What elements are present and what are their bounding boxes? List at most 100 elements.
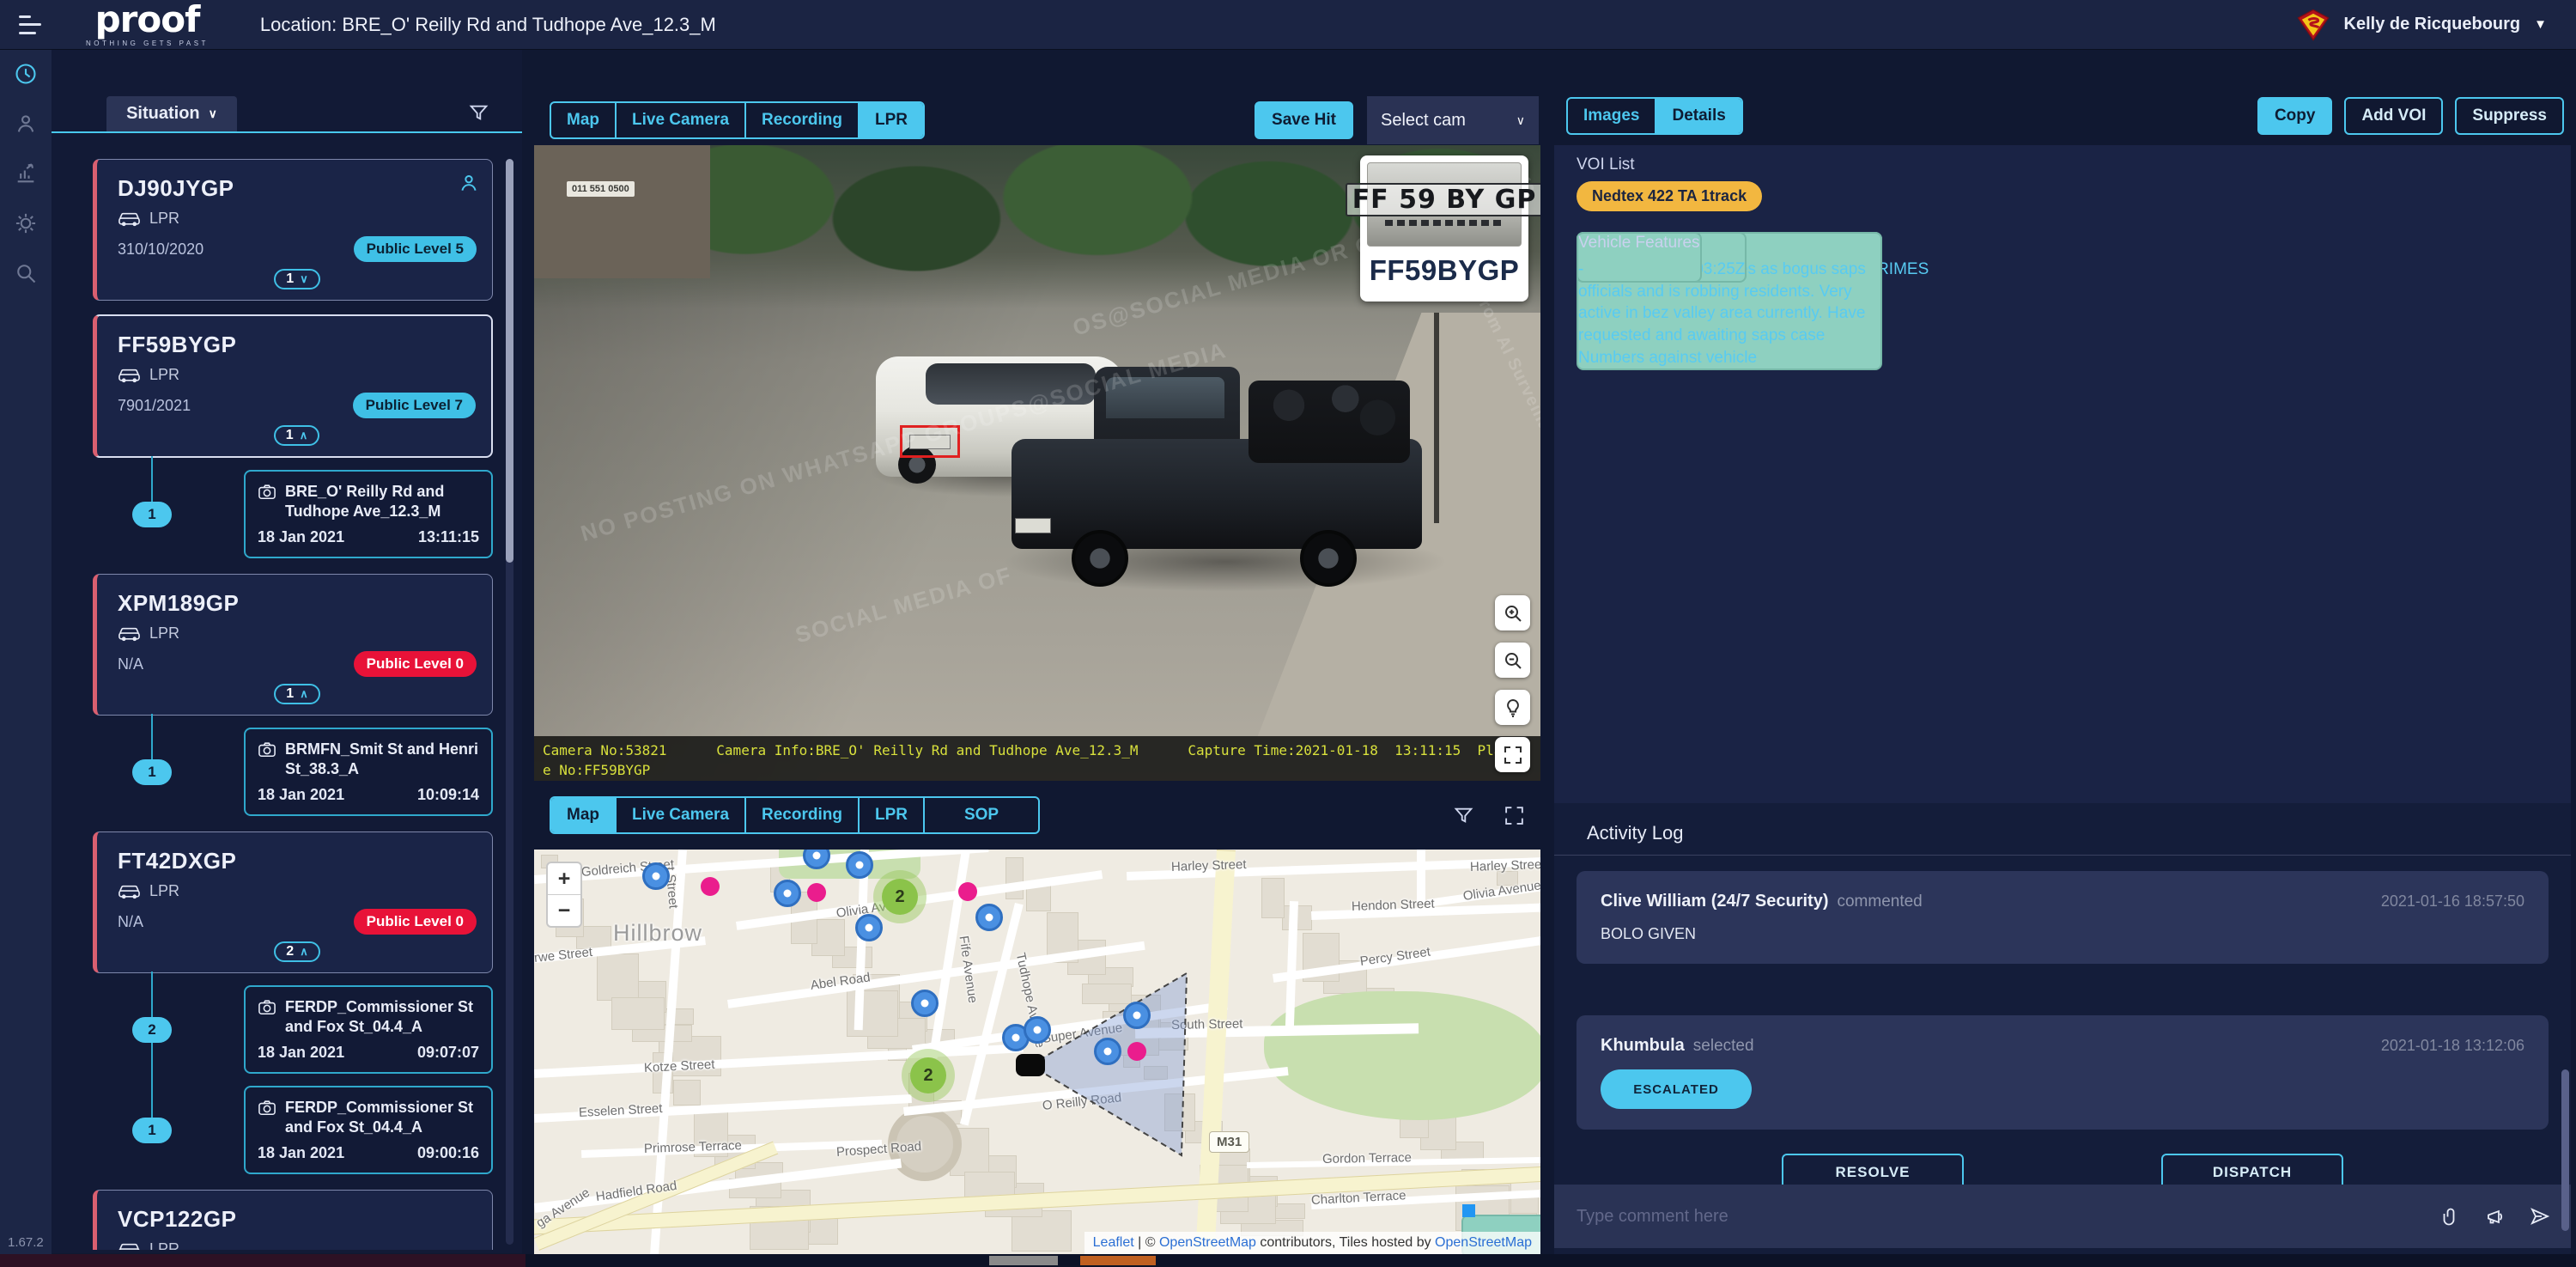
rail-user-icon[interactable] <box>0 99 52 149</box>
details-tab-images[interactable]: Images <box>1568 99 1657 133</box>
fullscreen-button[interactable] <box>1495 737 1530 772</box>
rail-history-clock-icon[interactable] <box>0 49 52 99</box>
plate-number: DJ90JYGP <box>118 175 234 201</box>
details-tabgroup: Images Details <box>1566 97 1743 135</box>
leaflet-map[interactable]: M31 Goldreich Street Hillbrow rwe Street Ko… <box>534 850 1540 1254</box>
cluster-marker[interactable]: 2 <box>902 1049 955 1102</box>
lpr-camera-view: 011 551 0500 NO POSTING ON WHATSAPP GROU… <box>534 145 1540 781</box>
app-root: proof NOTHING GETS PAST Location: BRE_O'… <box>0 0 2576 1267</box>
hit-count-toggle[interactable]: 1 ∧ <box>273 425 320 446</box>
add-voi-button[interactable]: Add VOI <box>2344 97 2444 135</box>
scrollbar-thumb[interactable] <box>2561 1069 2569 1231</box>
map-tab-lpr[interactable]: LPR <box>860 798 925 832</box>
camera-marker[interactable] <box>642 862 670 890</box>
rail-search-icon[interactable] <box>0 248 52 298</box>
suppress-button[interactable]: Suppress <box>2455 97 2564 135</box>
camera-icon <box>258 484 276 501</box>
camera-marker[interactable] <box>846 851 873 879</box>
hit-number-badge: 1 <box>132 1117 172 1143</box>
version-label: 1.67.2 <box>8 1235 44 1250</box>
alert-marker[interactable] <box>1127 1042 1146 1061</box>
camera-hit-card[interactable]: 1 FERDP_Commissioner St and Fox St_04.4_A… <box>132 1086 493 1174</box>
hit-number-badge: 1 <box>132 758 172 785</box>
detection-type-label: LPR <box>149 882 180 899</box>
map-zoom-out[interactable]: − <box>548 895 580 926</box>
detection-type-label: LPR <box>149 210 180 227</box>
hit-count-toggle[interactable]: 1 ∧ <box>274 684 320 704</box>
detection-type-label: LPR <box>149 624 180 642</box>
save-hit-button[interactable]: Save Hit <box>1255 101 1353 139</box>
camera-marker[interactable] <box>911 990 939 1017</box>
comment-input[interactable] <box>1575 1205 2440 1227</box>
camera-icon <box>258 1099 276 1117</box>
camera-marker[interactable] <box>1094 1038 1121 1065</box>
camera-marker[interactable] <box>1123 1002 1151 1029</box>
camera-marker[interactable] <box>774 880 801 907</box>
situation-card-FT42DXGP[interactable]: FT42DXGP LPR N/A Public Level 0 2 ∧ <box>93 831 493 973</box>
hit-time: 10:09:14 <box>416 786 479 803</box>
situation-dropdown[interactable]: Situation ∨ <box>106 96 237 131</box>
leaflet-link[interactable]: Leaflet <box>1093 1235 1134 1250</box>
route-shield-m31: M31 <box>1209 1131 1250 1153</box>
map-tab-recording[interactable]: Recording <box>746 798 860 832</box>
filter-icon[interactable] <box>468 102 489 124</box>
camera-marker[interactable] <box>1024 1016 1051 1044</box>
building-photo: 011 551 0500 <box>534 145 710 278</box>
hit-count-toggle[interactable]: 2 ∧ <box>274 941 320 962</box>
send-icon[interactable] <box>2530 1206 2550 1227</box>
copy-button[interactable]: Copy <box>2257 97 2333 135</box>
camera-marker[interactable] <box>855 914 883 941</box>
chevron-down-icon: ▼ <box>2534 17 2547 32</box>
scrollbar-thumb[interactable] <box>506 159 513 563</box>
cluster-marker[interactable]: 2 <box>873 870 927 923</box>
camera-icon <box>258 999 276 1016</box>
camera-hit-card[interactable]: 1 BRE_O' Reilly Rd and Tudhope Ave_12.3_M… <box>132 470 493 558</box>
poi-marker[interactable] <box>1462 1204 1475 1217</box>
attachment-icon[interactable] <box>2440 1206 2461 1227</box>
camera-hit-card[interactable]: 2 FERDP_Commissioner St and Fox St_04.4_A… <box>132 985 493 1074</box>
map-tab-live-camera[interactable]: Live Camera <box>617 798 747 832</box>
alert-marker[interactable] <box>701 877 720 896</box>
details-body: VOI List Nedtex 422 TA 1track Plate numb… <box>1554 145 2571 803</box>
alert-marker[interactable] <box>958 882 977 901</box>
camera-tab-live-camera[interactable]: Live Camera <box>617 103 747 137</box>
camera-marker[interactable] <box>975 904 1003 931</box>
hit-number-badge: 2 <box>132 1016 172 1043</box>
alert-marker[interactable] <box>807 883 826 902</box>
details-tab-details[interactable]: Details <box>1656 99 1741 133</box>
camera-tab-map[interactable]: Map <box>551 103 617 137</box>
voi-tag: Nedtex 422 TA 1track <box>1577 181 1763 211</box>
entry-author: Clive William (24/7 Security) <box>1601 892 1829 911</box>
selected-camera-marker[interactable] <box>1016 1054 1045 1076</box>
announce-icon[interactable] <box>2485 1206 2506 1227</box>
map-tab-map[interactable]: Map <box>551 798 617 832</box>
zoom-in-button[interactable] <box>1495 595 1530 630</box>
user-name: Kelly de Ricquebourg <box>2343 15 2521 34</box>
camera-select-dropdown[interactable]: Select cam ∨ <box>1367 96 1539 144</box>
public-level-badge: Public Level 5 <box>353 236 477 262</box>
situation-card-XPM189GP[interactable]: XPM189GP LPR N/A Public Level 0 1 ∧ <box>93 574 493 716</box>
hit-count-toggle[interactable]: 1 ∨ <box>274 269 320 289</box>
user-menu[interactable]: Kelly de Ricquebourg ▼ <box>2296 8 2547 42</box>
situation-card-FF59BYGP[interactable]: FF59BYGP LPR 7901/2021 Public Level 7 1 ∧ <box>93 314 493 458</box>
situation-card-VCP122GP[interactable]: VCP122GPLPRN/APublic Level 01∨ <box>93 1190 493 1250</box>
osm-link[interactable]: OpenStreetMap <box>1159 1235 1256 1250</box>
situation-card-DJ90JYGP[interactable]: DJ90JYGP LPR 310/10/2020 Public Level 5 1 ∨ <box>93 159 493 301</box>
camera-hit-card[interactable]: 1 BRMFN_Smit St and Henri St_38.3_A 18 Jan… <box>132 728 493 816</box>
osm-tiles-link[interactable]: OpenStreetMap <box>1435 1235 1532 1250</box>
location-title: Location: BRE_O' Reilly Rd and Tudhope A… <box>259 13 716 35</box>
plate-crop-card[interactable]: FF 59 BY GP FF59BYGP <box>1345 155 1540 302</box>
menu-icon[interactable] <box>19 15 45 34</box>
light-toggle-button[interactable] <box>1495 690 1530 725</box>
rail-analytics-icon[interactable] <box>0 149 52 198</box>
camera-tab-lpr[interactable]: LPR <box>859 103 923 137</box>
hit-time: 09:07:07 <box>416 1044 479 1061</box>
map-tab-sop[interactable]: SOP <box>925 798 1038 832</box>
map-zoom-in[interactable]: + <box>548 863 580 895</box>
fullscreen-icon[interactable] <box>1504 805 1525 826</box>
zoom-out-button[interactable] <box>1495 643 1530 678</box>
rail-settings-gear-icon[interactable] <box>0 198 52 248</box>
watermark-text: NO POSTING ON WHATSAPP GROUPS@SOCIAL MED… <box>577 336 1230 547</box>
filter-icon[interactable] <box>1453 805 1474 826</box>
camera-tab-recording[interactable]: Recording <box>746 103 860 137</box>
